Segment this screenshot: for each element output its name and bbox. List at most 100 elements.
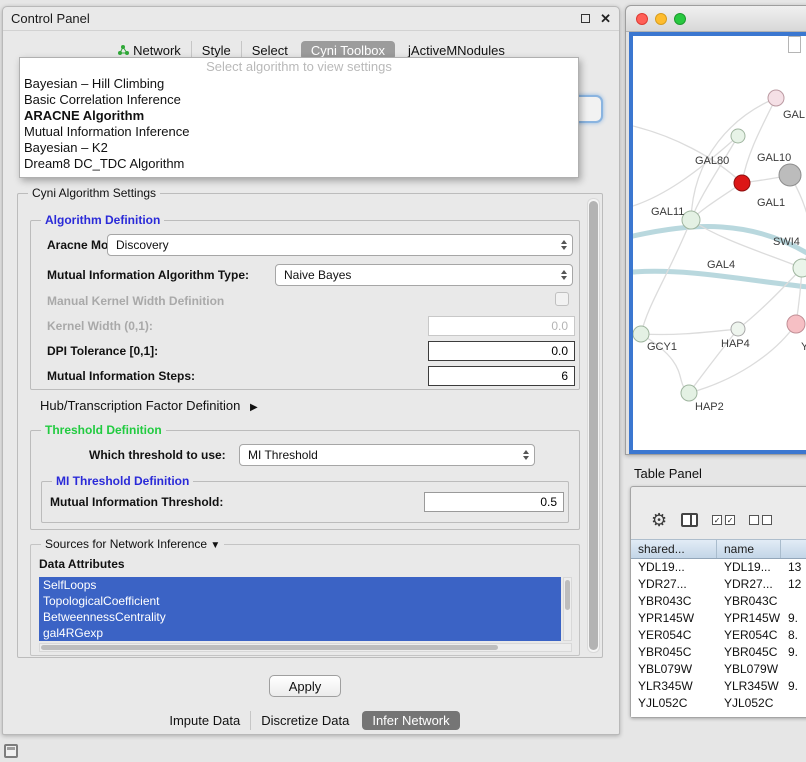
algorithm-option-mutual-information-inference[interactable]: Mutual Information Inference xyxy=(20,124,578,140)
tab-label: Cyni Toolbox xyxy=(311,43,385,58)
chevron-down-icon[interactable]: ▼ xyxy=(210,540,220,551)
attributes-vscroll-thumb[interactable] xyxy=(565,580,570,610)
network-node[interactable] xyxy=(787,315,805,333)
attributes-hscroll-thumb[interactable] xyxy=(41,645,498,650)
column-header-2[interactable] xyxy=(781,540,806,558)
dpi-tolerance-label: DPI Tolerance [0,1]: xyxy=(47,344,158,358)
dpi-tolerance-field[interactable] xyxy=(428,341,575,361)
network-node[interactable] xyxy=(768,90,784,106)
table-row[interactable]: YDL19...YDL19...13 xyxy=(631,559,806,576)
which-threshold-select[interactable]: MI Threshold xyxy=(239,444,535,466)
table-cell: YJL052C xyxy=(717,695,781,712)
columns-icon[interactable] xyxy=(681,513,698,527)
minimized-panel-icon[interactable] xyxy=(4,744,18,758)
tab-label: Network xyxy=(133,43,181,58)
gear-icon[interactable]: ⚙ xyxy=(651,511,667,529)
network-node[interactable] xyxy=(731,129,745,143)
table-cell: YBR045C xyxy=(631,644,717,661)
network-node[interactable] xyxy=(793,259,806,277)
manual-kernel-label: Manual Kernel Width Definition xyxy=(47,294,224,308)
stepper-arrows-icon xyxy=(561,270,572,280)
table-row[interactable]: YBR045CYBR045C9. xyxy=(631,644,806,661)
data-attribute-item[interactable]: BetweennessCentrality xyxy=(39,609,561,625)
kernel-width-label: Kernel Width (0,1): xyxy=(47,319,153,333)
zoom-traffic-light-icon[interactable] xyxy=(674,13,686,25)
checked-box-icon: ✓ xyxy=(712,515,722,525)
table-cell: 12 xyxy=(781,576,806,593)
network-canvas[interactable]: GALGAL80GAL10GAL11GAL1SWI4GAL4GCY1HAP4YH… xyxy=(629,32,806,454)
minimize-traffic-light-icon[interactable] xyxy=(655,13,667,25)
threshold-definition-title: Threshold Definition xyxy=(41,423,166,437)
table-cell: 9. xyxy=(781,644,806,661)
close-traffic-light-icon[interactable] xyxy=(636,13,648,25)
kernel-width-field[interactable] xyxy=(428,316,575,336)
table-panel-label: Table Panel xyxy=(634,466,702,481)
network-graph: GALGAL80GAL10GAL11GAL1SWI4GAL4GCY1HAP4YH… xyxy=(633,36,806,450)
network-window-titlebar xyxy=(626,6,806,32)
tab-infer-network[interactable]: Infer Network xyxy=(362,711,459,730)
column-header-name[interactable]: name xyxy=(717,540,781,558)
node-label: Y xyxy=(801,341,806,353)
algorithm-option-basic-correlation-inference[interactable]: Basic Correlation Inference xyxy=(20,92,578,108)
threshold-definition-group: Threshold Definition Which threshold to … xyxy=(30,430,580,530)
table-row[interactable]: YJL052CYJL052C xyxy=(631,695,806,712)
node-label: GAL80 xyxy=(695,155,729,167)
network-node[interactable] xyxy=(779,164,801,186)
mi-type-select[interactable]: Naive Bayes xyxy=(275,264,573,286)
table-cell: YER054C xyxy=(631,627,717,644)
select-unchecked-icon[interactable] xyxy=(749,515,772,525)
which-threshold-label: Which threshold to use: xyxy=(89,448,226,462)
table-cell: YDL19... xyxy=(717,559,781,576)
column-header-shared-[interactable]: shared... xyxy=(631,540,717,558)
table-cell: YBR043C xyxy=(631,593,717,610)
aracne-mode-select[interactable]: Discovery xyxy=(107,234,573,256)
network-node[interactable] xyxy=(734,175,750,191)
tab-discretize-data[interactable]: Discretize Data xyxy=(250,711,359,730)
apply-button[interactable]: Apply xyxy=(269,675,341,697)
mi-steps-field[interactable] xyxy=(428,366,575,386)
hub-definition-label: Hub/Transcription Factor Definition xyxy=(40,398,240,413)
table-row[interactable]: YER054CYER054C8. xyxy=(631,627,806,644)
algorithm-option-aracne-algorithm[interactable]: ARACNE Algorithm xyxy=(20,108,578,124)
close-icon[interactable]: ✕ xyxy=(600,12,611,25)
algorithm-definition-title: Algorithm Definition xyxy=(41,213,164,227)
hub-definition-expander[interactable]: Hub/Transcription Factor Definition ▶ xyxy=(40,398,258,413)
table-panel-window: ⚙ ✓ ✓ shared...name YDL19...YDL19...13YD… xyxy=(630,486,806,718)
settings-scrollbar[interactable] xyxy=(587,198,600,653)
mi-type-value: Naive Bayes xyxy=(284,268,351,282)
data-attribute-item[interactable]: SelfLoops xyxy=(39,577,561,593)
tab-impute-data[interactable]: Impute Data xyxy=(159,711,250,730)
desktop: Control Panel ✕ NetworkStyleSelectCyni T… xyxy=(0,0,806,762)
table-cell: YDR27... xyxy=(717,576,781,593)
network-node[interactable] xyxy=(682,211,700,229)
network-scrollbar[interactable] xyxy=(788,36,801,53)
settings-scrollbar-thumb[interactable] xyxy=(589,201,598,650)
algorithm-definition-group: Algorithm Definition Aracne Mode: Discov… xyxy=(30,220,580,390)
bottom-tab-bar: Impute DataDiscretize DataInfer Network xyxy=(3,709,619,731)
float-window-icon[interactable] xyxy=(581,14,590,23)
algorithm-option-bayesian-hill-climbing[interactable]: Bayesian – Hill Climbing xyxy=(20,76,578,92)
stepper-arrows-icon xyxy=(561,240,572,250)
manual-kernel-checkbox[interactable] xyxy=(555,292,569,306)
attributes-hscrollbar[interactable] xyxy=(39,643,572,652)
tab-label: Style xyxy=(202,43,231,58)
algorithm-option-bayesian-k2[interactable]: Bayesian – K2 xyxy=(20,140,578,156)
data-attribute-item[interactable]: gal4RGexp xyxy=(39,625,561,641)
network-node[interactable] xyxy=(633,326,649,342)
attributes-vscrollbar[interactable] xyxy=(563,577,572,641)
table-row[interactable]: YLR345WYLR345W9. xyxy=(631,678,806,695)
table-row[interactable]: YDR27...YDR27...12 xyxy=(631,576,806,593)
network-node[interactable] xyxy=(681,385,697,401)
algorithm-dropdown-list: Bayesian – Hill ClimbingBasic Correlatio… xyxy=(20,76,578,172)
mi-threshold-field[interactable] xyxy=(424,492,564,512)
select-checked-icon[interactable]: ✓ ✓ xyxy=(712,515,735,525)
table-cell: 9. xyxy=(781,610,806,627)
table-cell: YBR045C xyxy=(717,644,781,661)
table-row[interactable]: YBL079WYBL079W xyxy=(631,661,806,678)
data-attribute-item[interactable]: TopologicalCoefficient xyxy=(39,593,561,609)
table-cell: YPR145W xyxy=(631,610,717,627)
table-row[interactable]: YBR043CYBR043C xyxy=(631,593,806,610)
algorithm-option-dream8-dc-tdc-algorithm[interactable]: Dream8 DC_TDC Algorithm xyxy=(20,156,578,172)
network-node[interactable] xyxy=(731,322,745,336)
table-row[interactable]: YPR145WYPR145W9. xyxy=(631,610,806,627)
